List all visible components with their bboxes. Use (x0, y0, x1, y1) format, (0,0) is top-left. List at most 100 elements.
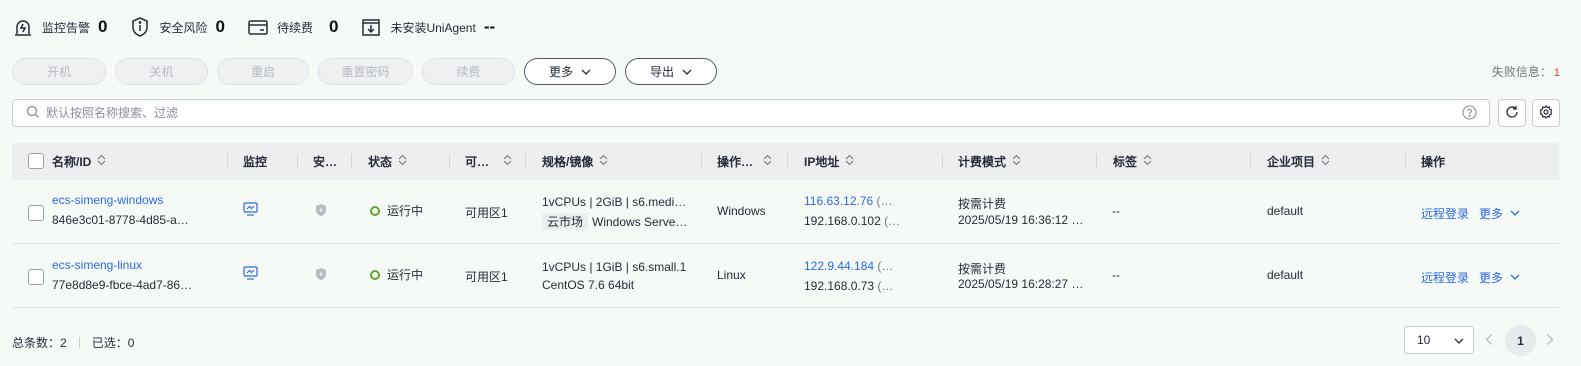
sort-icon[interactable] (1012, 154, 1021, 169)
row-checkbox[interactable] (28, 205, 44, 221)
monitor-icon[interactable] (243, 202, 258, 219)
column-divider (1250, 154, 1251, 169)
power-on-button[interactable]: 开机 (12, 57, 106, 85)
summary-label: 待续费 (276, 20, 313, 35)
search-input[interactable] (46, 106, 1426, 120)
failure-info[interactable]: 失败信息： 1 (1492, 63, 1560, 80)
column-divider (1405, 154, 1406, 169)
reset-password-button[interactable]: 重置密码 (318, 57, 413, 85)
column-label: 名称/ID (52, 155, 92, 169)
image-name: Windows Serve… (592, 215, 688, 229)
chevron-down-icon (1454, 333, 1464, 347)
sort-icon[interactable] (845, 154, 854, 169)
private-ip: 192.168.0.73 (… (804, 279, 893, 293)
summary-count: 0 (98, 17, 108, 36)
security-shield-icon (314, 267, 328, 284)
refresh-button[interactable] (1498, 99, 1526, 127)
select-all-checkbox[interactable] (28, 153, 44, 169)
export-label: 导出 (649, 64, 674, 79)
summary-pending-renewal[interactable]: 待续费 0 (247, 16, 338, 38)
summary-count: 0 (328, 17, 339, 36)
search-icon (26, 105, 40, 122)
public-ip[interactable]: 116.63.12.76 (… (804, 194, 893, 208)
sort-icon[interactable] (503, 154, 512, 169)
column-status[interactable]: 状态 (368, 143, 407, 180)
settings-button[interactable] (1532, 99, 1560, 127)
status-label: 运行中 (387, 204, 424, 218)
row-checkbox[interactable] (28, 269, 44, 285)
sort-icon[interactable] (1143, 154, 1152, 169)
private-ip-address: 192.168.0.102 (804, 214, 881, 228)
row-more-dropdown[interactable]: 更多 (1479, 205, 1520, 222)
summary-security-risk[interactable]: 安全风险 0 (129, 16, 225, 38)
column-label: 规格/镜像 (542, 155, 594, 169)
footer-divider (78, 337, 80, 348)
column-ip[interactable]: IP地址 (804, 143, 854, 180)
selected-count: 已选：0 (91, 336, 135, 350)
column-tags[interactable]: 标签 (1113, 143, 1152, 180)
search-bar (12, 99, 1490, 127)
help-icon[interactable] (1462, 105, 1477, 123)
public-ip-address[interactable]: 122.9.44.184 (804, 259, 874, 273)
power-off-button[interactable]: 关机 (115, 57, 208, 85)
page-size-value: 10 (1417, 333, 1431, 347)
instance-id: 846e3c01-8778-4d85-a… (52, 213, 189, 227)
sort-icon[interactable] (97, 154, 106, 169)
column-os[interactable]: 操作… (717, 143, 772, 180)
sort-icon[interactable] (1321, 154, 1330, 169)
sort-icon[interactable] (763, 154, 772, 169)
image-name: CentOS 7.6 64bit (542, 278, 635, 292)
page-size-select[interactable]: 10 (1404, 326, 1474, 354)
remote-login-link[interactable]: 远程登录 (1421, 269, 1469, 286)
chevron-down-icon (682, 64, 692, 78)
more-dropdown-button[interactable]: 更多 (524, 57, 616, 85)
os-type: Linux (717, 268, 746, 282)
os-type: Windows (717, 204, 766, 218)
table-header: 名称/ID 监控 安… 状态 可… 规格/镜像 操作… IP地址 计费模式 标签… (12, 143, 1559, 180)
total-count: 总条数：2 (12, 336, 67, 350)
page-number-current[interactable]: 1 (1505, 325, 1536, 356)
instance-name-link[interactable]: ecs-simeng-linux (52, 258, 142, 272)
column-divider (942, 154, 943, 169)
column-name-id[interactable]: 名称/ID (52, 143, 106, 180)
sort-icon[interactable] (599, 154, 608, 169)
column-az[interactable]: 可… (465, 143, 512, 180)
column-enterprise-project[interactable]: 企业项目 (1267, 143, 1330, 180)
public-ip-address[interactable]: 116.63.12.76 (804, 194, 873, 208)
column-divider (525, 154, 526, 169)
chevron-right-icon[interactable] (1546, 333, 1554, 349)
status-running-icon (370, 206, 380, 216)
remote-login-link[interactable]: 远程登录 (1421, 205, 1469, 222)
monitor-icon[interactable] (243, 266, 258, 283)
status-running-icon (370, 270, 380, 280)
summary-uniagent[interactable]: 未安装UniAgent -- (360, 16, 495, 38)
column-divider (701, 154, 702, 169)
instance-name-link[interactable]: ecs-simeng-windows (52, 193, 163, 207)
failure-info-label: 失败信息： (1491, 65, 1552, 79)
sort-icon[interactable] (398, 154, 407, 169)
public-ip[interactable]: 122.9.44.184 (… (804, 259, 893, 273)
renew-button[interactable]: 续费 (422, 57, 515, 85)
summary-bar: 监控告警 0 安全风险 0 待续费 0 未安装UniAgent -- (12, 14, 517, 40)
row-more-dropdown[interactable]: 更多 (1479, 269, 1520, 286)
column-label: IP地址 (804, 155, 840, 169)
column-label: 计费模式 (958, 155, 1007, 169)
restart-button[interactable]: 重启 (217, 57, 309, 85)
more-label: 更多 (548, 64, 573, 79)
summary-monitor-alarm[interactable]: 监控告警 0 (12, 16, 107, 38)
export-dropdown-button[interactable]: 导出 (625, 57, 717, 85)
summary-label: 安全风险 (159, 20, 208, 35)
ip-type-suffix: (… (884, 214, 901, 228)
enterprise-project-value: default (1267, 204, 1304, 218)
column-billing[interactable]: 计费模式 (958, 143, 1021, 180)
chevron-left-icon[interactable] (1485, 333, 1493, 349)
summary-count: -- (483, 17, 496, 36)
column-spec-image[interactable]: 规格/镜像 (542, 143, 608, 180)
table-row: ecs-simeng-linux 77e8d8e9-fbce-4ad7-86… … (12, 244, 1559, 308)
alarm-icon (12, 16, 34, 38)
column-label: 操作 (1421, 155, 1446, 169)
instance-table: 名称/ID 监控 安… 状态 可… 规格/镜像 操作… IP地址 计费模式 标签… (12, 143, 1559, 308)
instance-id: 77e8d8e9-fbce-4ad7-86… (52, 278, 193, 292)
summary-label: 监控告警 (42, 20, 91, 35)
table-row: ecs-simeng-windows 846e3c01-8778-4d85-a…… (12, 180, 1559, 244)
